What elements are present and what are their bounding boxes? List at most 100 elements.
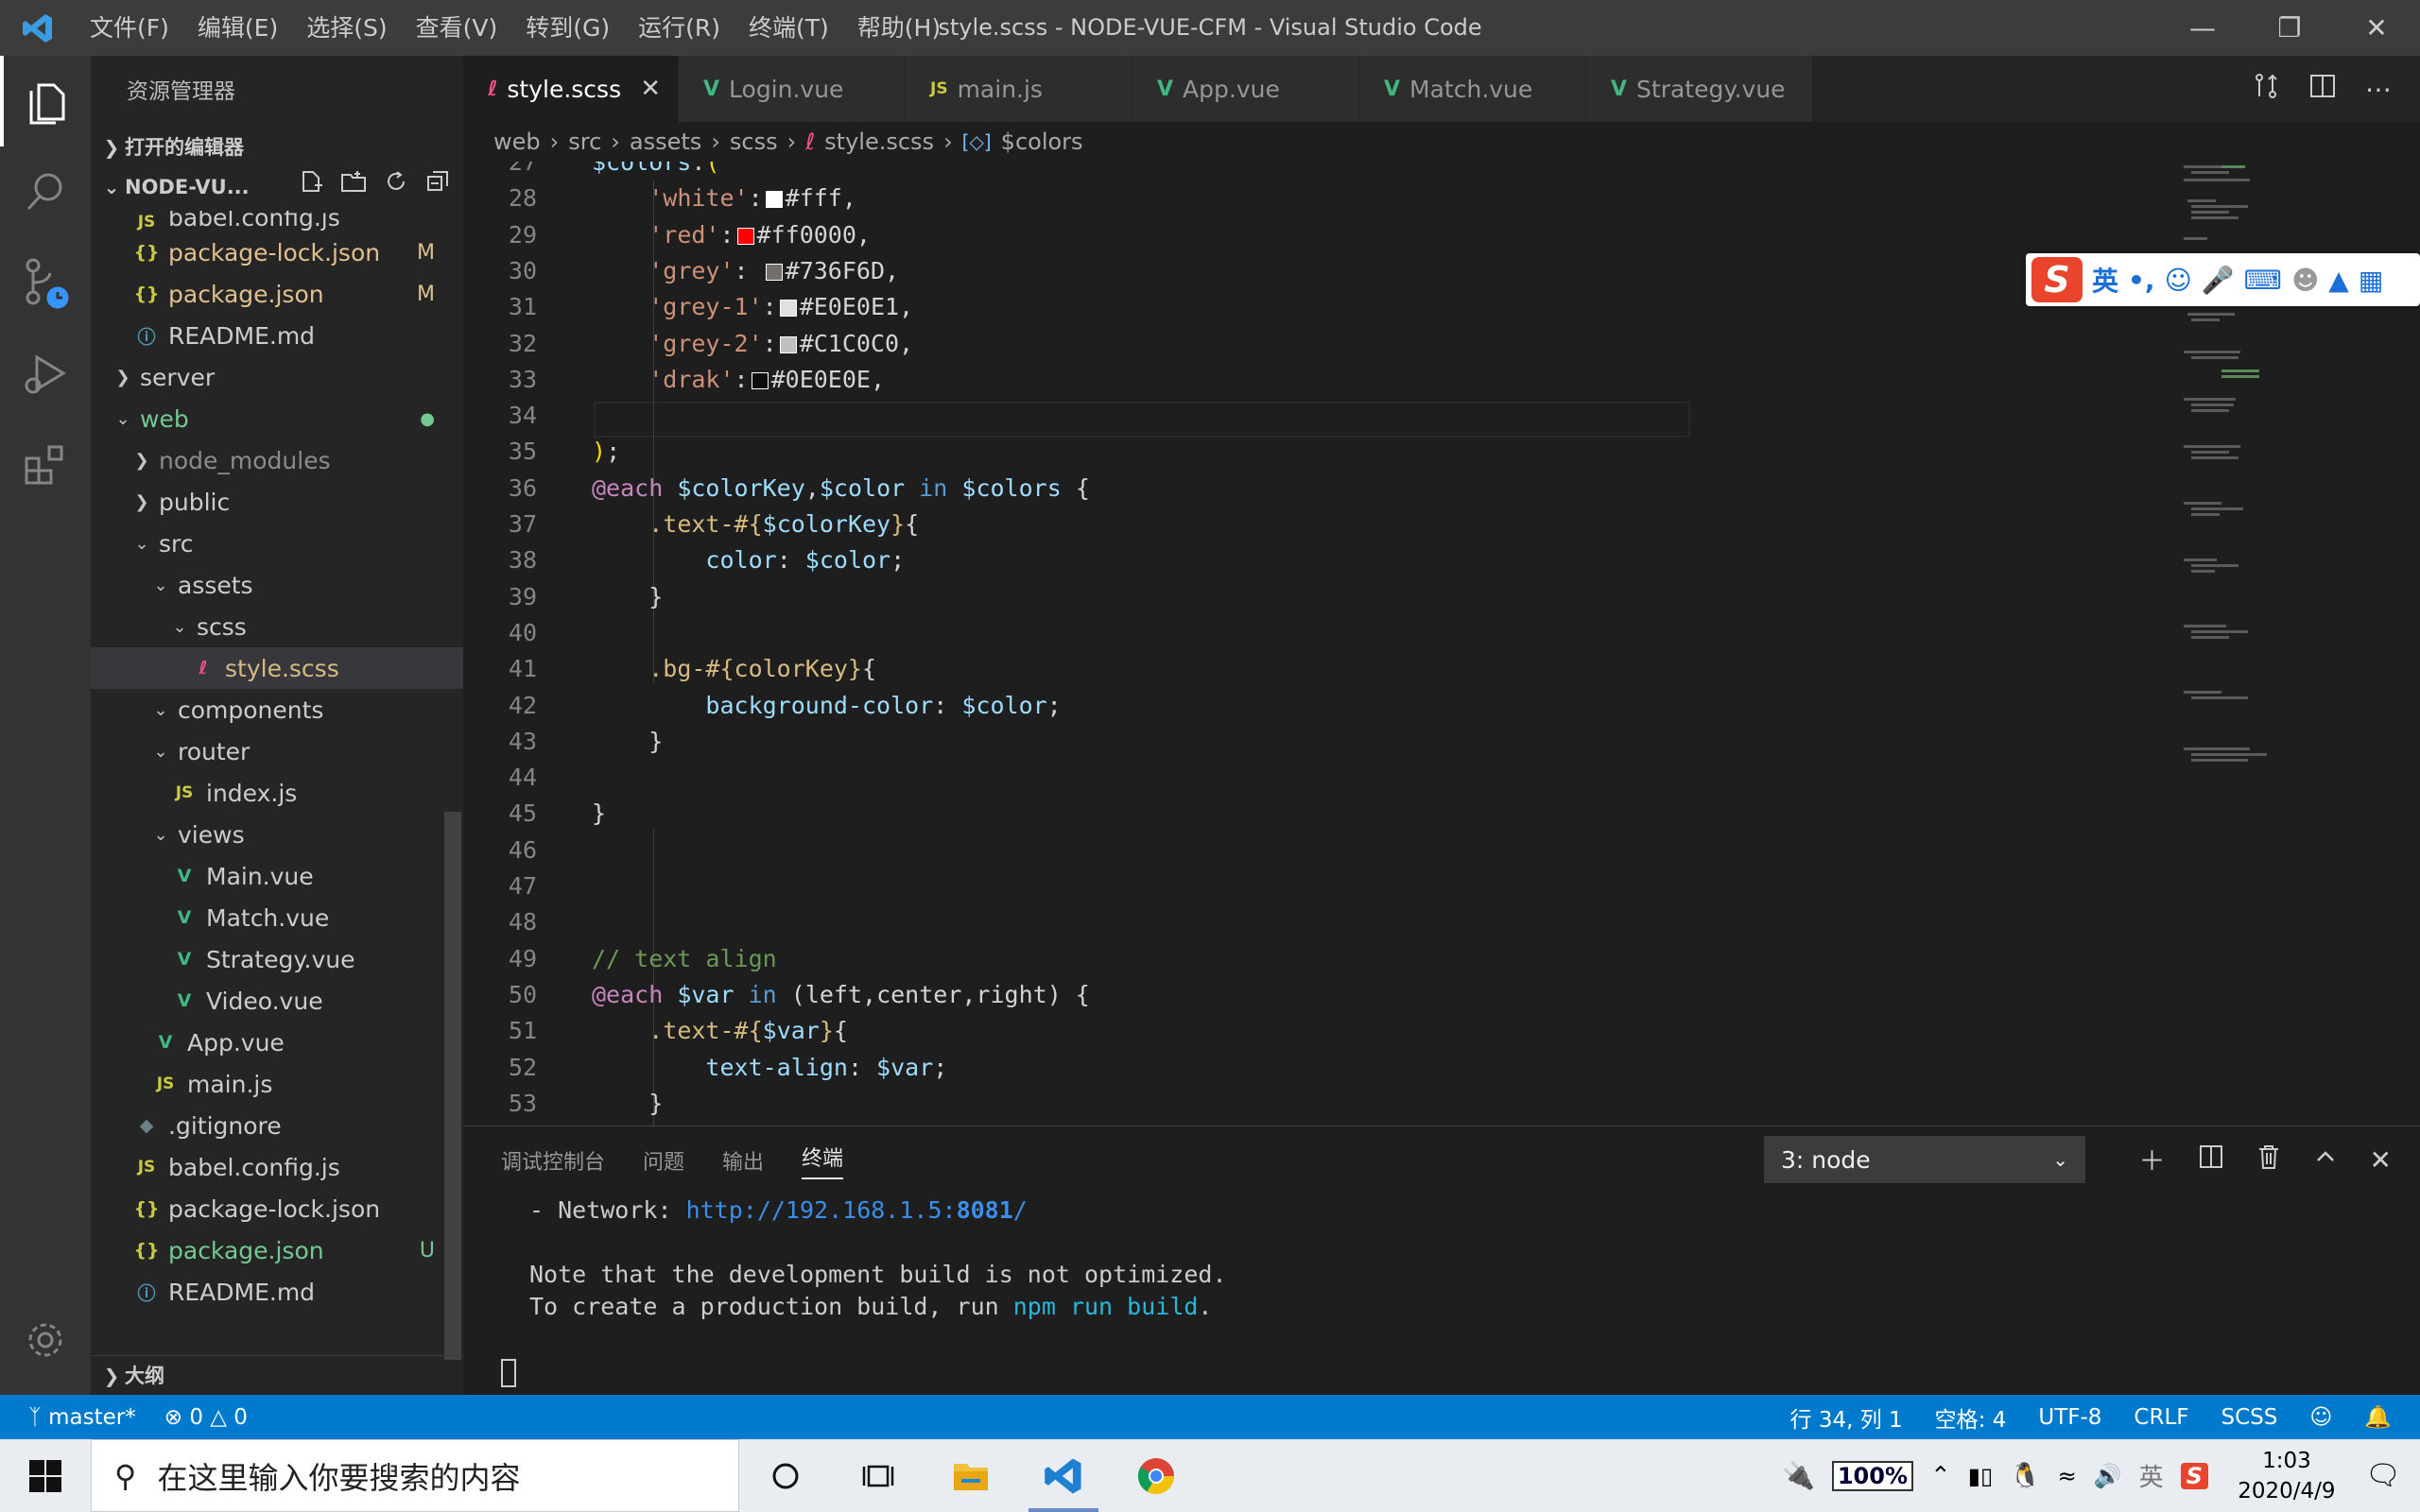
menu-item-7[interactable]: 帮助(H) bbox=[843, 0, 955, 56]
new-file-icon[interactable] bbox=[299, 167, 323, 207]
taskbar-search[interactable]: ⚲ 在这里输入你要搜索的内容 bbox=[91, 1439, 739, 1512]
breadcrumb-scss[interactable]: scss bbox=[730, 129, 778, 155]
ime-toolbar[interactable]: S 英 •, ☺ 🎤 ⌨ ☻ ▲ ▦ bbox=[2026, 253, 2420, 306]
user-icon[interactable]: ☻ bbox=[2291, 265, 2319, 296]
cursor-position[interactable]: 行 34, 列 1 bbox=[1790, 1401, 1903, 1434]
tree-item-package-lock-json[interactable]: {} package-lock.json M bbox=[91, 232, 463, 273]
menu-item-6[interactable]: 终端(T) bbox=[735, 0, 843, 56]
tree-item-style-scss[interactable]: ℓ style.scss bbox=[91, 647, 463, 689]
cortana-icon[interactable] bbox=[739, 1439, 832, 1512]
breadcrumb-symbol[interactable]: $colors bbox=[1001, 129, 1083, 155]
tab-terminal[interactable]: 终端 bbox=[802, 1142, 844, 1179]
tree-item-main-vue[interactable]: V Main.vue bbox=[91, 855, 463, 897]
close-panel-icon[interactable]: ✕ bbox=[2370, 1144, 2392, 1176]
more-actions-icon[interactable]: ⋯ bbox=[2365, 74, 2392, 105]
compare-changes-icon[interactable] bbox=[2252, 72, 2280, 106]
close-tab-icon[interactable]: ✕ bbox=[640, 75, 661, 103]
file-explorer-icon[interactable] bbox=[925, 1439, 1017, 1512]
tab-login-vue[interactable]: V Login.vue bbox=[679, 56, 906, 122]
ime-mode[interactable]: 英 bbox=[2092, 261, 2118, 299]
battery-status[interactable]: 100% bbox=[1831, 1460, 1913, 1491]
windows-start-icon[interactable] bbox=[0, 1439, 91, 1512]
volume-icon[interactable]: 🔊 bbox=[2094, 1463, 2122, 1489]
new-terminal-icon[interactable]: ＋ bbox=[2139, 1141, 2166, 1178]
emoji-icon[interactable]: ☺ bbox=[2165, 265, 2192, 296]
explorer-icon[interactable] bbox=[0, 56, 91, 146]
outline-section[interactable]: ❯ 大纲 bbox=[91, 1355, 463, 1395]
tab-strategy-vue[interactable]: V Strategy.vue bbox=[1586, 56, 1813, 122]
action-center-icon[interactable]: 🗨 bbox=[2365, 1459, 2401, 1492]
new-folder-icon[interactable] bbox=[340, 167, 367, 207]
branch-status[interactable]: ᛉ master* bbox=[28, 1405, 136, 1430]
terminal-select[interactable]: 3: node ⌄ bbox=[1764, 1136, 2085, 1183]
wifi-icon[interactable]: ≈ bbox=[2058, 1463, 2077, 1489]
indentation[interactable]: 空格: 4 bbox=[1935, 1401, 2007, 1434]
breadcrumb-src[interactable]: src bbox=[568, 129, 601, 155]
tab-app-vue[interactable]: V App.vue bbox=[1132, 56, 1359, 122]
encoding[interactable]: UTF-8 bbox=[2038, 1405, 2101, 1430]
maximize-panel-icon[interactable] bbox=[2313, 1144, 2338, 1176]
minimize-icon[interactable]: — bbox=[2159, 0, 2246, 56]
tree-item-public[interactable]: ❯ public bbox=[91, 481, 463, 523]
tree-item-scss[interactable]: ⌄ scss bbox=[91, 606, 463, 647]
keyboard-icon[interactable]: ⌨ bbox=[2244, 265, 2282, 296]
punctuation-icon[interactable]: •, bbox=[2128, 265, 2155, 296]
tree-item-node_modules[interactable]: ❯ node_modules bbox=[91, 439, 463, 481]
open-editors-section[interactable]: ❯ 打开的编辑器 bbox=[91, 128, 463, 167]
run-debug-icon[interactable] bbox=[0, 328, 91, 419]
tree-item-readme-md[interactable]: ⓘ README.md bbox=[91, 1271, 463, 1313]
code-editor[interactable]: 27 $colors:(28 'white': #fff, 29 'red': #ff0… bbox=[463, 162, 2420, 1125]
tree-item-match-vue[interactable]: V Match.vue bbox=[91, 897, 463, 938]
microphone-icon[interactable]: 🎤 bbox=[2202, 265, 2235, 296]
breadcrumb-web[interactable]: web bbox=[493, 129, 541, 155]
chrome-icon[interactable] bbox=[1110, 1439, 1202, 1512]
feedback-icon[interactable]: ☺ bbox=[2309, 1405, 2332, 1430]
tab-problems[interactable]: 问题 bbox=[643, 1145, 684, 1176]
sidebar-scrollbar[interactable] bbox=[444, 812, 461, 1360]
tree-item-web[interactable]: ⌄ web ● bbox=[91, 398, 463, 439]
extensions-icon[interactable] bbox=[0, 419, 91, 509]
restore-icon[interactable]: ❐ bbox=[2246, 0, 2333, 56]
collapse-all-icon[interactable] bbox=[425, 167, 450, 207]
tab-style-scss[interactable]: ℓ style.scss ✕ bbox=[463, 56, 679, 122]
toolbox-icon[interactable]: ▦ bbox=[2359, 265, 2383, 296]
search-icon[interactable] bbox=[0, 146, 91, 237]
tab-match-vue[interactable]: V Match.vue bbox=[1359, 56, 1586, 122]
trash-icon[interactable] bbox=[2256, 1143, 2281, 1177]
battery-icon[interactable]: ▮▯ bbox=[1968, 1463, 1993, 1489]
tree-item--gitignore[interactable]: ◆ .gitignore bbox=[91, 1105, 463, 1146]
tree-item-src[interactable]: ⌄ src bbox=[91, 523, 463, 564]
menu-item-1[interactable]: 编辑(E) bbox=[183, 0, 292, 56]
breadcrumb-assets[interactable]: assets bbox=[630, 129, 701, 155]
tree-item-package-json[interactable]: {} package.json M bbox=[91, 273, 463, 315]
tree-item-strategy-vue[interactable]: V Strategy.vue bbox=[91, 938, 463, 980]
task-view-icon[interactable] bbox=[832, 1439, 925, 1512]
breadcrumb-file[interactable]: style.scss bbox=[824, 129, 934, 155]
input-language[interactable]: 英 bbox=[2139, 1458, 2164, 1493]
tree-item-server[interactable]: ❯ server bbox=[91, 356, 463, 398]
split-editor-icon[interactable] bbox=[2308, 72, 2337, 106]
tree-item-components[interactable]: ⌄ components bbox=[91, 689, 463, 730]
refresh-icon[interactable] bbox=[384, 167, 408, 207]
sogou-tray-icon[interactable]: S bbox=[2180, 1462, 2208, 1489]
tree-item-video-vue[interactable]: V Video.vue bbox=[91, 980, 463, 1022]
tab-output[interactable]: 输出 bbox=[722, 1145, 764, 1176]
power-plug-icon[interactable]: 🔌 bbox=[1782, 1460, 1815, 1491]
clock[interactable]: 1:03 2020/4/9 bbox=[2225, 1446, 2348, 1506]
skin-icon[interactable]: ▲ bbox=[2328, 265, 2349, 296]
menu-item-5[interactable]: 运行(R) bbox=[624, 0, 735, 56]
settings-gear-icon[interactable] bbox=[0, 1295, 91, 1385]
qq-icon[interactable]: 🐧 bbox=[2010, 1462, 2040, 1490]
vscode-taskbar-icon[interactable] bbox=[1017, 1439, 1110, 1512]
tree-item-package-lock-json[interactable]: {} package-lock.json bbox=[91, 1188, 463, 1229]
tree-item-index-js[interactable]: JS index.js bbox=[91, 772, 463, 814]
project-section[interactable]: ⌄ NODE-VU... bbox=[91, 167, 463, 207]
tree-item-router[interactable]: ⌄ router bbox=[91, 730, 463, 772]
network-url-link[interactable]: http://192.168.1.5:8081/ bbox=[686, 1196, 1028, 1224]
source-control-icon[interactable] bbox=[0, 237, 91, 328]
tree-item-main-js[interactable]: JS main.js bbox=[91, 1063, 463, 1105]
tree-item-package-json[interactable]: {} package.json U bbox=[91, 1229, 463, 1271]
menu-item-4[interactable]: 转到(G) bbox=[511, 0, 624, 56]
menu-item-0[interactable]: 文件(F) bbox=[76, 0, 183, 56]
tree-item-babel-config-js[interactable]: JS babel.config.js bbox=[91, 211, 463, 232]
